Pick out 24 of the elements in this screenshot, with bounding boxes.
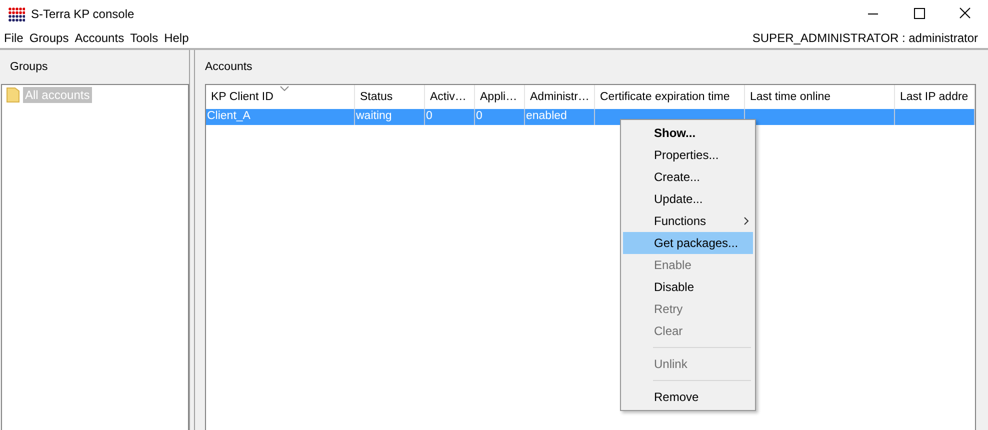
menu-item[interactable]: Show... [623, 122, 753, 144]
menu-item[interactable]: Create... [623, 166, 753, 188]
menu-item[interactable]: Tools [130, 31, 162, 45]
menu-item[interactable]: Accounts [74, 31, 128, 45]
table-cell: 0 [475, 109, 525, 125]
menu-item[interactable]: Groups [29, 31, 73, 45]
user-label: SUPER_ADMINISTRATOR : administrator [752, 31, 979, 45]
table-cell: Client_A [206, 109, 355, 125]
menu-item[interactable]: Properties... [623, 144, 753, 166]
panel-title: Accounts [204, 60, 254, 75]
menu-item[interactable]: Update... [623, 188, 753, 210]
folder-icon [6, 87, 20, 103]
panel-title: Groups [9, 60, 49, 75]
menu-item[interactable]: Remove [623, 386, 753, 408]
menu-item[interactable]: Disable [623, 276, 753, 298]
menu-item[interactable]: File [4, 31, 28, 45]
app-logo-icon [8, 6, 25, 22]
menu-item[interactable]: Get packages... [623, 232, 753, 254]
table-cell: waiting [355, 109, 425, 125]
window-title: S-Terra KP console [31, 7, 134, 21]
table-cell: 0 [425, 109, 475, 125]
table-cell: enabled [525, 109, 595, 125]
menu-item[interactable]: Functions [623, 210, 753, 232]
menu-item[interactable]: Help [164, 31, 193, 45]
